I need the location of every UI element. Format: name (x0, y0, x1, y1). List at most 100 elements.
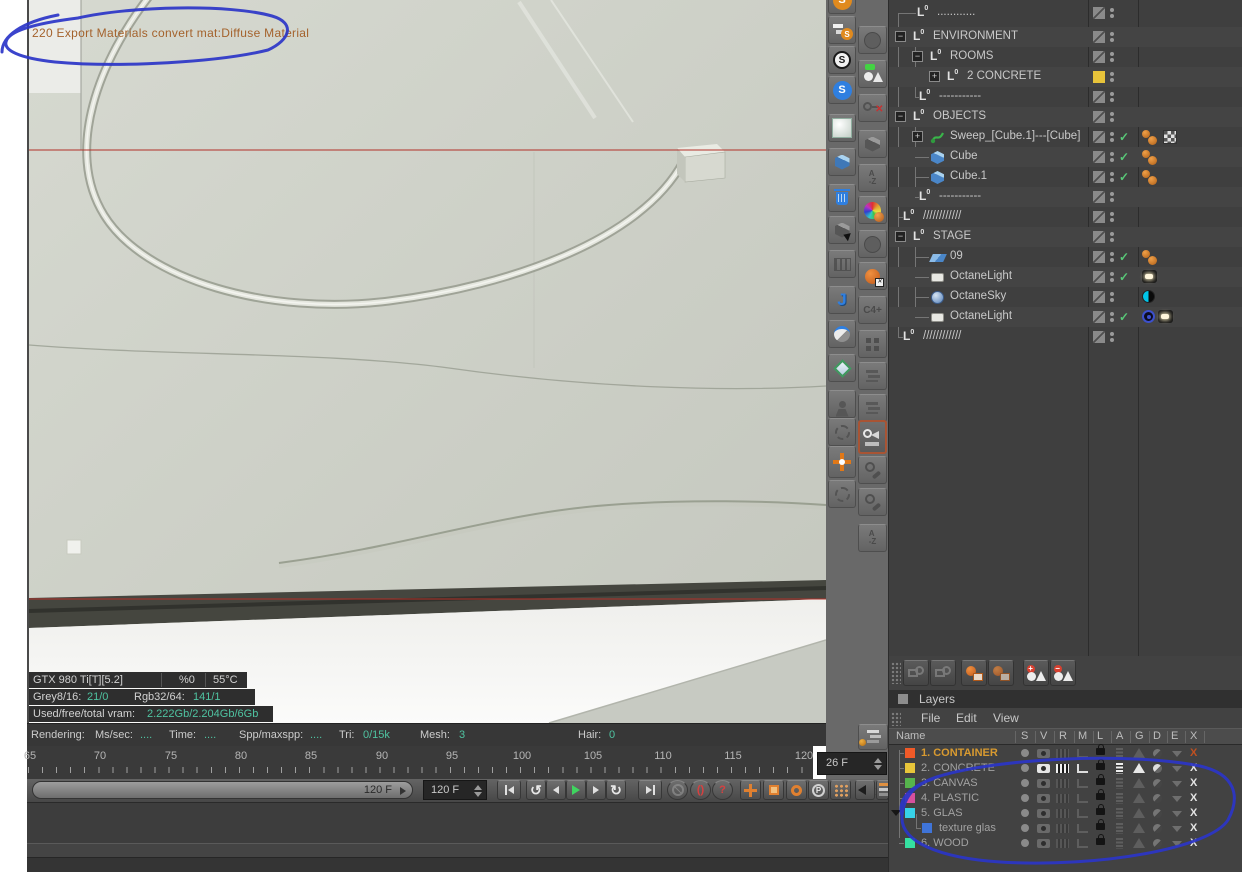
om-row-slashes1[interactable]: //////////// (889, 207, 1242, 227)
animation-palette-button[interactable] (858, 724, 888, 750)
collapse-toggle[interactable] (895, 31, 906, 42)
visibility-dots[interactable] (1110, 312, 1114, 323)
camera-active-button[interactable] (858, 420, 887, 454)
render-viewport[interactable]: 220 Export Materials convert mat:Diffuse… (27, 0, 827, 724)
stack2-button[interactable] (858, 394, 887, 422)
visibility-dots[interactable] (1110, 212, 1114, 223)
deformer-toggle[interactable] (1153, 749, 1162, 758)
xref-toggle[interactable]: X (1190, 822, 1197, 834)
record-rotation-button[interactable] (786, 780, 807, 800)
solo-toggle[interactable] (1021, 839, 1029, 847)
animation-toggle[interactable] (1116, 808, 1123, 819)
lens1-button[interactable] (858, 456, 887, 484)
om-row-2-concrete[interactable]: 2 CONCRETE (889, 67, 1242, 87)
layer-row-wood[interactable]: 6. WOOD X (889, 834, 1242, 851)
timeline-power-slider[interactable]: 120 F (32, 781, 413, 799)
om-row-stage[interactable]: STAGE (889, 227, 1242, 247)
layer-color-swatch[interactable] (922, 823, 932, 833)
layer-row-glas[interactable]: 5. GLAS X (889, 804, 1242, 821)
record-position-button[interactable] (763, 780, 784, 800)
om-row-environment[interactable]: ENVIRONMENT (889, 27, 1242, 47)
om-row-rooms[interactable]: ROOMS (889, 47, 1242, 67)
lock-toggle[interactable] (1096, 744, 1105, 755)
prev-frame-button[interactable] (546, 780, 566, 800)
solo-on-button[interactable]: S (828, 76, 856, 104)
visibility-dots[interactable] (1110, 172, 1114, 183)
new-layer-button[interactable] (961, 660, 987, 686)
manager-toggle[interactable] (1077, 794, 1088, 803)
generator-toggle[interactable] (1133, 838, 1145, 848)
c4-button[interactable]: C4+ (858, 296, 887, 324)
om-row-slashes2[interactable]: //////////// (889, 327, 1242, 347)
sphere-gray-button[interactable] (858, 230, 887, 258)
octane-sky-tag[interactable] (1142, 290, 1155, 303)
expand-toggle[interactable] (912, 131, 923, 142)
expression-toggle[interactable] (1172, 751, 1182, 757)
animation-toggle[interactable] (1116, 793, 1123, 804)
octane-light-tag[interactable] (1158, 310, 1173, 323)
layer-color-swatch[interactable] (905, 748, 915, 758)
generator-toggle[interactable] (1133, 748, 1145, 758)
layer-chip[interactable] (1093, 31, 1105, 43)
manager-toggle[interactable] (1077, 779, 1088, 788)
om-row-cube[interactable]: Cube ✓ (889, 147, 1242, 167)
render-toggle[interactable] (1056, 749, 1069, 758)
xref-toggle[interactable]: X (1190, 747, 1197, 759)
expand-toggle[interactable] (929, 71, 940, 82)
expression-toggle[interactable] (1172, 826, 1182, 832)
recycle-disabled-button[interactable] (828, 418, 856, 446)
help-button[interactable]: ? (712, 780, 733, 800)
om-row-separator1[interactable]: ----------- (889, 87, 1242, 107)
parentheses-button[interactable]: () (690, 780, 711, 800)
timeline-ruler[interactable]: 65 70 75 80 85 90 95 100 105 110 115 120 (24, 746, 813, 779)
solo-toggle[interactable] (1021, 794, 1029, 802)
go-end-button[interactable] (638, 780, 662, 800)
om-row-sweep[interactable]: Sweep_[Cube.1]---[Cube] ✓ (889, 127, 1242, 147)
layer-search2-button[interactable] (930, 660, 956, 686)
material-tag[interactable] (1148, 256, 1157, 265)
octane-light-tag[interactable] (1142, 270, 1157, 283)
visibility-dots[interactable] (1110, 152, 1114, 163)
layer-chip[interactable] (1093, 171, 1105, 183)
animation-toggle[interactable] (1116, 838, 1123, 849)
animation-toggle[interactable] (1116, 763, 1123, 774)
layer-chip[interactable] (1093, 291, 1105, 303)
om-row-separator2[interactable]: ----------- (889, 187, 1242, 207)
light-setup-button[interactable] (858, 60, 887, 88)
film-disabled-button[interactable] (828, 250, 856, 278)
xref-toggle[interactable]: X (1190, 762, 1197, 774)
layer-chip[interactable] (1093, 211, 1105, 223)
octane-ball-button[interactable]: ✕ (858, 262, 887, 290)
sphere-tool-button[interactable] (828, 114, 856, 142)
rotate-tool-button[interactable] (828, 320, 856, 348)
animation-toggle[interactable] (1116, 778, 1123, 789)
new-child-layer-button[interactable] (988, 660, 1014, 686)
om-row-octanelight1[interactable]: OctaneLight ✓ (889, 267, 1242, 287)
solo-toggle[interactable] (1021, 809, 1029, 817)
visibility-toggle[interactable] (1037, 839, 1050, 848)
record-s-button[interactable]: S (828, 0, 856, 14)
go-start-button[interactable] (497, 780, 521, 800)
layer-color-swatch[interactable] (905, 778, 915, 788)
layer-row-container[interactable]: 1. CONTAINER X (889, 744, 1242, 761)
expression-toggle[interactable] (1172, 811, 1182, 817)
grid-button[interactable] (858, 330, 887, 358)
visibility-dots[interactable] (1110, 192, 1114, 203)
enabled-check[interactable]: ✓ (1119, 170, 1129, 184)
texture-tag[interactable] (1163, 130, 1177, 144)
material-tag[interactable] (1148, 156, 1157, 165)
render-toggle[interactable] (1056, 764, 1069, 773)
manager-toggle[interactable] (1077, 809, 1088, 818)
sound-button[interactable] (855, 780, 879, 800)
solo-toggle[interactable] (1021, 749, 1029, 757)
menu-file[interactable]: File (921, 711, 940, 725)
manager-toggle[interactable] (1077, 764, 1088, 773)
rotate-disabled-button[interactable] (828, 480, 856, 508)
collapse-toggle[interactable] (895, 111, 906, 122)
expression-toggle[interactable] (1172, 841, 1182, 847)
visibility-dots[interactable] (1110, 52, 1114, 63)
cube-tool-button[interactable] (828, 148, 856, 176)
layers-title-bar[interactable]: Layers (889, 690, 1242, 708)
layer-chip[interactable] (1093, 231, 1105, 243)
enabled-check[interactable]: ✓ (1119, 130, 1129, 144)
